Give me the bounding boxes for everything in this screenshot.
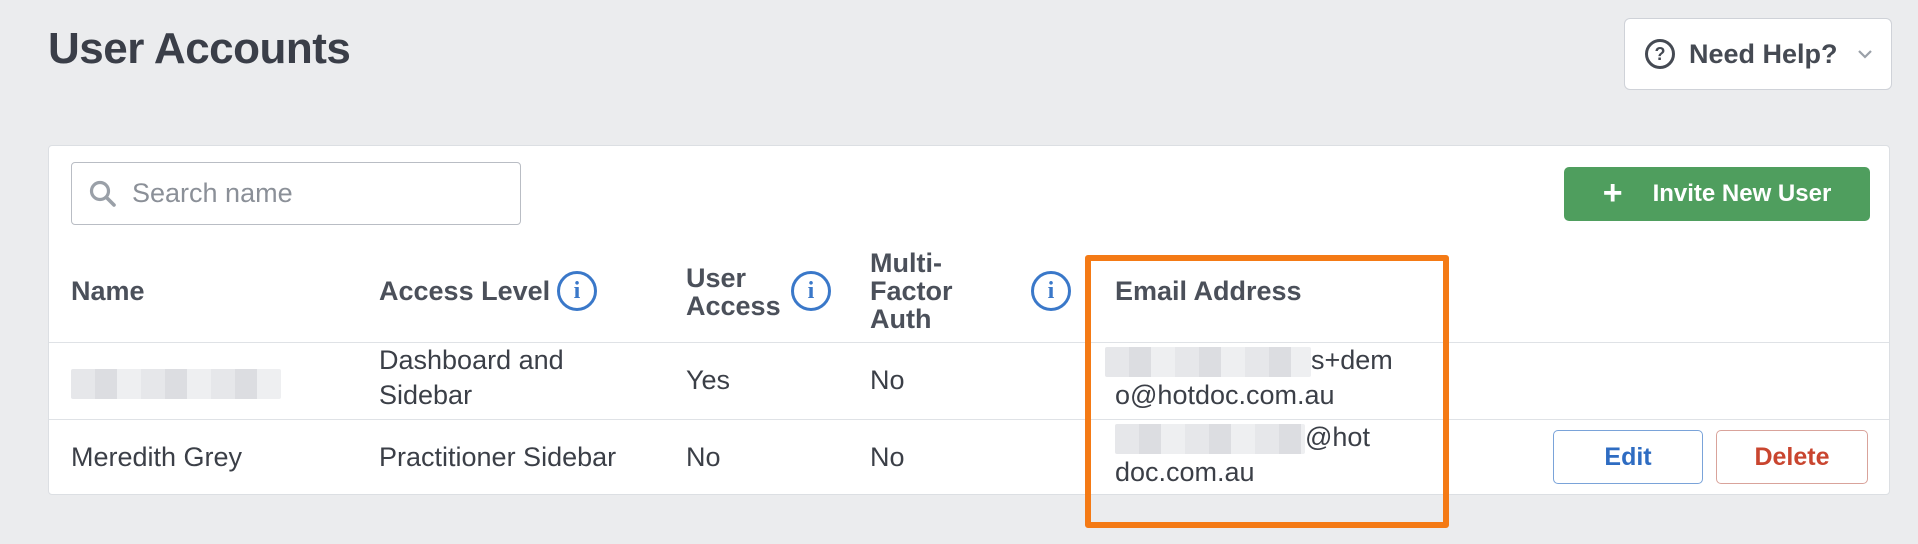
column-header-user-access: User Access xyxy=(686,263,781,321)
column-header-name: Name xyxy=(71,276,145,306)
table-row-mfa: No xyxy=(870,365,905,395)
row-divider xyxy=(49,419,1889,420)
table-row-mfa: No xyxy=(870,442,905,472)
table-row-access-level: Practitioner Sidebar xyxy=(379,442,617,472)
need-help-label: Need Help? xyxy=(1689,38,1838,69)
column-header-mfa: Multi- Factor Auth xyxy=(870,248,953,334)
info-icon[interactable]: i xyxy=(1031,271,1071,311)
search-icon xyxy=(89,180,116,207)
search-input[interactable] xyxy=(132,178,492,209)
redacted-email xyxy=(1115,423,1305,454)
column-header-email: Email Address xyxy=(1115,276,1302,306)
row-divider xyxy=(49,342,1889,343)
column-header-access-level: Access Level xyxy=(379,276,551,306)
table-row-name xyxy=(71,365,281,400)
table-row-email: s+dem o@hotdoc.com.au xyxy=(1105,343,1393,413)
user-accounts-card: + Invite New User Name Access Level i Us… xyxy=(48,145,1890,495)
table-row-user-access: Yes xyxy=(686,365,731,395)
invite-new-user-button[interactable]: + Invite New User xyxy=(1564,167,1870,221)
need-help-button[interactable]: ? Need Help? xyxy=(1624,18,1892,90)
table-row-access-level: Dashboard and Sidebar xyxy=(379,345,564,410)
info-icon[interactable]: i xyxy=(557,271,597,311)
edit-button[interactable]: Edit xyxy=(1553,430,1703,484)
chevron-down-icon xyxy=(1857,50,1872,59)
redacted-email xyxy=(1105,346,1311,377)
invite-new-user-label: Invite New User xyxy=(1652,180,1832,207)
delete-button[interactable]: Delete xyxy=(1716,430,1868,484)
search-field[interactable] xyxy=(71,162,521,225)
table-row-name: Meredith Grey xyxy=(71,442,243,472)
redacted-name xyxy=(71,368,281,399)
info-icon[interactable]: i xyxy=(791,271,831,311)
plus-icon: + xyxy=(1602,173,1623,212)
table-row-user-access: No xyxy=(686,442,721,472)
page-title: User Accounts xyxy=(48,24,351,73)
question-circle-icon: ? xyxy=(1645,39,1675,69)
table-row-email: @hot doc.com.au xyxy=(1115,422,1370,487)
